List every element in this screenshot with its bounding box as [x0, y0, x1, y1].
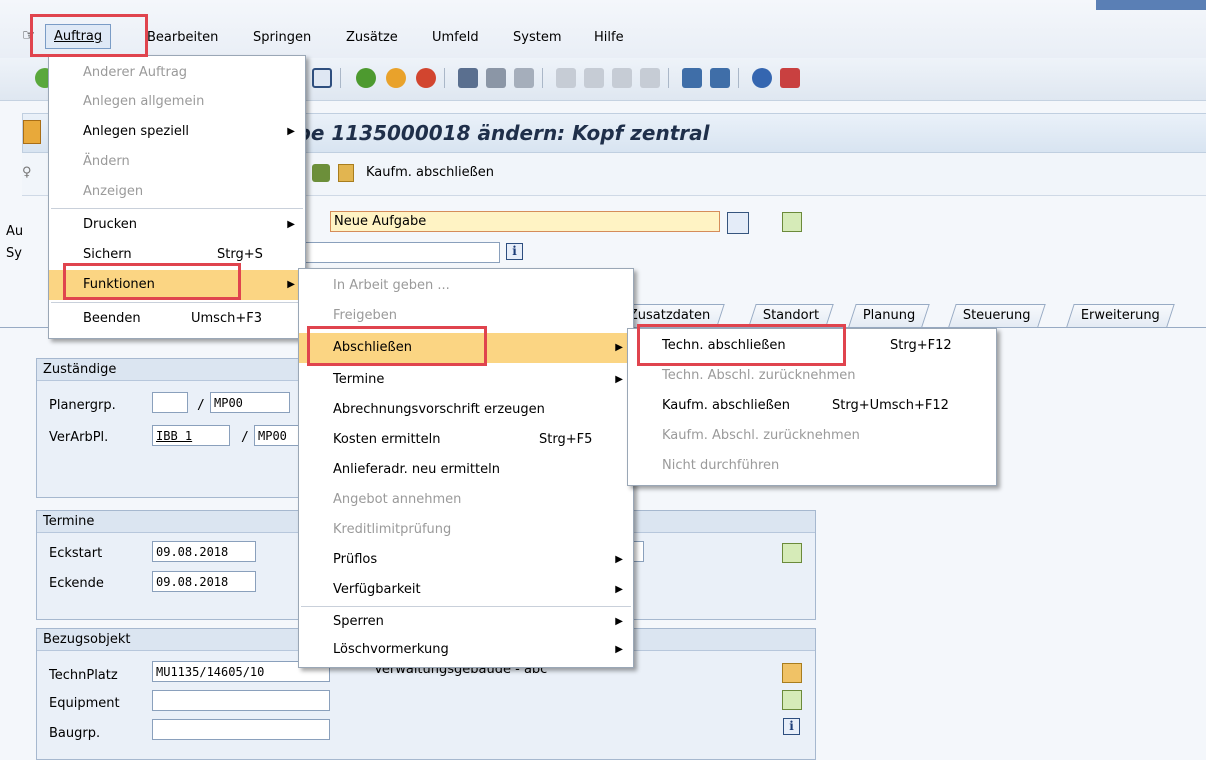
separator-slash: /	[241, 430, 249, 445]
menu-separator	[51, 208, 303, 209]
save-icon[interactable]	[312, 68, 332, 88]
eckende-field[interactable]: 09.08.2018	[152, 571, 256, 592]
annotation-highlight-funktionen	[63, 263, 241, 300]
menu-item-kaufm-abschliessen[interactable]: Kaufm. abschließen Strg+Umsch+F12	[628, 391, 996, 421]
last-page-icon[interactable]	[640, 68, 660, 88]
menu-item-nicht-durchfuehren[interactable]: Nicht durchführen	[628, 451, 996, 481]
menu-umfeld[interactable]: Umfeld	[432, 30, 479, 45]
structure-icon[interactable]	[782, 663, 802, 683]
help-icon[interactable]	[752, 68, 772, 88]
submenu-arrow-icon: ▶	[615, 554, 623, 565]
annotation-highlight-techn-abschliessen	[637, 324, 846, 366]
status-field	[300, 242, 500, 263]
clipboard-icon[interactable]	[338, 164, 354, 182]
menu-item-verfuegbarkeit[interactable]: Verfügbarkeit ▶	[299, 575, 633, 605]
menu-item-kreditlimitpruefung[interactable]: Kreditlimitprüfung	[299, 515, 633, 545]
eckende-label: Eckende	[49, 576, 104, 591]
submenu-arrow-icon: ▶	[287, 126, 295, 137]
menu-item-sperren[interactable]: Sperren ▶	[299, 607, 633, 637]
baugrp-field[interactable]	[152, 719, 330, 740]
menu-item-drucken[interactable]: Drucken ▶	[49, 210, 305, 240]
first-page-icon[interactable]	[556, 68, 576, 88]
menu-bar: ☞ Auftrag Bearbeiten Springen Zusätze Um…	[0, 0, 1206, 58]
submenu-arrow-icon: ▶	[615, 374, 623, 385]
menu-zusaetze[interactable]: Zusätze	[346, 30, 398, 45]
previous-page-icon[interactable]	[584, 68, 604, 88]
cancel-icon[interactable]	[416, 68, 436, 88]
object-icon[interactable]	[782, 212, 802, 232]
kaufm-abschliessen-button[interactable]: Kaufm. abschließen	[366, 165, 494, 180]
eckstart-field[interactable]: 09.08.2018	[152, 541, 256, 562]
menu-springen[interactable]: Springen	[253, 30, 311, 45]
submenu-arrow-icon: ▶	[615, 342, 623, 353]
menu-hilfe[interactable]: Hilfe	[594, 30, 624, 45]
technplatz-label: TechnPlatz	[49, 668, 118, 683]
menu-separator	[51, 302, 303, 303]
edit-pencil-icon[interactable]	[312, 164, 330, 182]
au-label: Au	[6, 224, 24, 239]
print-icon[interactable]	[458, 68, 478, 88]
object-icon[interactable]	[782, 543, 802, 563]
submenu-arrow-icon: ▶	[287, 219, 295, 230]
verarbpl-label: VerArbPl.	[49, 430, 109, 445]
menu-item-aendern[interactable]: Ändern	[49, 147, 305, 177]
next-page-icon[interactable]	[612, 68, 632, 88]
planergrp-label: Planergrp.	[49, 398, 116, 413]
menu-item-anlegen-allgemein[interactable]: Anlegen allgemein	[49, 87, 305, 117]
group-title: Zuständige	[37, 359, 337, 381]
menu-item-prueflos[interactable]: Prüflos ▶	[299, 545, 633, 575]
shortcut-icon[interactable]	[710, 68, 730, 88]
menu-item-angebot-annehmen[interactable]: Angebot annehmen	[299, 485, 633, 515]
verarbpl-plant-field[interactable]: MP00	[254, 425, 300, 446]
layout-menu-icon[interactable]	[780, 68, 800, 88]
menu-item-abrechnungsvorschrift[interactable]: Abrechnungsvorschrift erzeugen	[299, 395, 633, 425]
verarbpl-field[interactable]: IBB 1	[152, 425, 230, 446]
menu-item-anzeigen[interactable]: Anzeigen	[49, 177, 305, 207]
find-icon[interactable]	[486, 68, 506, 88]
menu-item-anderer-auftrag[interactable]: Anderer Auftrag	[49, 58, 305, 88]
page-title: abe 1135000018 ändern: Kopf zentral	[283, 121, 710, 145]
separator-slash: /	[197, 398, 205, 413]
menu-item-anlegen-speziell[interactable]: Anlegen speziell ▶	[49, 117, 305, 147]
menu-bearbeiten[interactable]: Bearbeiten	[147, 30, 218, 45]
planergrp-plant-field[interactable]: MP00	[210, 392, 290, 413]
find-next-icon[interactable]	[514, 68, 534, 88]
sy-label: Sy	[6, 246, 22, 261]
short-text-field[interactable]: Neue Aufgabe	[330, 211, 720, 232]
status-info-icon[interactable]: i	[506, 243, 523, 260]
menu-system[interactable]: System	[513, 30, 561, 45]
menu-item-termine[interactable]: Termine ▶	[299, 365, 633, 395]
annotation-highlight-auftrag	[30, 14, 148, 57]
equipment-label: Equipment	[49, 696, 120, 711]
back-icon[interactable]	[356, 68, 376, 88]
submenu-arrow-icon: ▶	[287, 279, 295, 290]
new-session-icon[interactable]	[682, 68, 702, 88]
toolbar-edge-icon: ♀	[22, 165, 32, 180]
planergrp-field[interactable]	[152, 392, 188, 413]
annotation-highlight-abschliessen	[307, 326, 487, 366]
submenu-arrow-icon: ▶	[615, 644, 623, 655]
tab-planung[interactable]: Planung	[848, 304, 931, 327]
exit-icon[interactable]	[386, 68, 406, 88]
menu-item-loeschvormerkung[interactable]: Löschvormerkung ▶	[299, 635, 633, 665]
menu-item-kosten-ermitteln[interactable]: Kosten ermitteln Strg+F5	[299, 425, 633, 455]
menu-item-anlieferadr[interactable]: Anlieferadr. neu ermitteln	[299, 455, 633, 485]
transaction-icon	[23, 120, 41, 144]
menu-item-in-arbeit-geben[interactable]: In Arbeit geben ...	[299, 271, 633, 301]
window-accent-strip	[1096, 0, 1206, 10]
tab-steuerung[interactable]: Steuerung	[948, 304, 1046, 327]
info-icon[interactable]: i	[783, 718, 800, 735]
submenu-arrow-icon: ▶	[615, 584, 623, 595]
eckstart-label: Eckstart	[49, 546, 103, 561]
menu-item-beenden[interactable]: Beenden Umsch+F3	[49, 304, 305, 334]
long-text-icon[interactable]	[727, 212, 749, 234]
menu-item-kaufm-abschl-zuruecknehmen[interactable]: Kaufm. Abschl. zurücknehmen	[628, 421, 996, 451]
equipment-field[interactable]	[152, 690, 330, 711]
tab-erweiterung[interactable]: Erweiterung	[1066, 304, 1175, 327]
hierarchy-icon[interactable]	[782, 690, 802, 710]
baugrp-label: Baugrp.	[49, 726, 101, 741]
submenu-arrow-icon: ▶	[615, 616, 623, 627]
